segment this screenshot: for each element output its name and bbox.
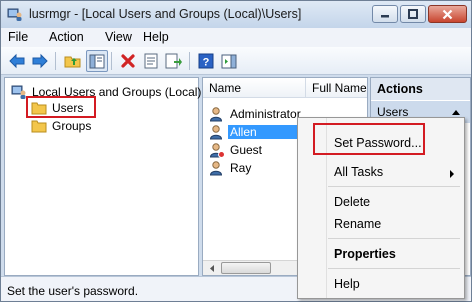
user-icon — [209, 107, 223, 122]
set-password-highlight-box — [313, 123, 425, 155]
menu-help[interactable]: Help — [143, 30, 169, 44]
back-button[interactable] — [6, 50, 28, 72]
scrollbar-thumb[interactable] — [221, 262, 271, 274]
menu-item-delete[interactable]: Delete — [334, 195, 370, 209]
delete-button[interactable] — [117, 50, 139, 72]
show-hide-action-pane-icon — [221, 54, 237, 68]
toolbar-separator — [111, 52, 112, 70]
user-icon — [209, 125, 223, 140]
collapse-up-icon — [452, 110, 460, 115]
show-hide-tree-icon — [89, 54, 105, 68]
delete-icon — [121, 54, 135, 68]
close-icon — [442, 9, 453, 19]
minimize-button[interactable] — [372, 5, 398, 23]
tree-item-groups[interactable]: Groups — [31, 118, 101, 135]
properties-icon — [144, 53, 158, 69]
toolbar-separator — [189, 52, 190, 70]
toolbar: ? — [1, 47, 471, 75]
show-hide-console-tree-button[interactable] — [86, 50, 108, 72]
menu-action[interactable]: Action — [49, 30, 84, 44]
forward-button[interactable] — [29, 50, 51, 72]
column-header-name[interactable]: Name — [203, 78, 306, 98]
tree-item-label: Groups — [52, 119, 92, 133]
mmc-window: lusrmgr - [Local Users and Groups (Local… — [0, 0, 472, 302]
menu-item-help[interactable]: Help — [334, 277, 360, 291]
computer-users-icon — [11, 85, 26, 99]
menu-item-all-tasks[interactable]: All Tasks — [334, 165, 383, 179]
menu-bar: File Action View Help — [1, 28, 471, 47]
help-icon: ? — [198, 53, 214, 69]
users-highlight-box — [26, 96, 96, 118]
user-icon — [209, 161, 223, 176]
export-list-icon — [165, 53, 182, 69]
help-button[interactable]: ? — [195, 50, 217, 72]
menu-view[interactable]: View — [105, 30, 132, 44]
close-button[interactable] — [428, 5, 467, 23]
svg-text:?: ? — [203, 57, 210, 69]
menu-separator — [328, 238, 460, 239]
submenu-arrow-icon — [450, 170, 454, 178]
maximize-button[interactable] — [400, 5, 426, 23]
list-item-label: Guest — [230, 143, 263, 157]
up-one-level-button[interactable] — [62, 50, 84, 72]
forward-icon — [32, 53, 48, 69]
properties-button[interactable] — [140, 50, 162, 72]
menu-item-properties[interactable]: Properties — [334, 247, 396, 261]
window-title: lusrmgr - [Local Users and Groups (Local… — [29, 7, 302, 21]
list-item-label: Administrator — [230, 107, 301, 121]
folder-icon — [31, 120, 47, 133]
menu-separator — [328, 186, 460, 187]
computer-users-icon — [7, 8, 22, 21]
list-item-label: Ray — [230, 161, 252, 175]
menu-separator — [328, 268, 460, 269]
title-bar[interactable]: lusrmgr - [Local Users and Groups (Local… — [1, 1, 471, 28]
toolbar-separator — [55, 52, 56, 70]
minimize-icon — [381, 15, 389, 18]
menu-file[interactable]: File — [8, 30, 28, 44]
up-folder-icon — [64, 56, 81, 68]
menu-item-rename[interactable]: Rename — [334, 217, 381, 231]
export-list-button[interactable] — [163, 50, 185, 72]
user-icon — [209, 143, 225, 158]
actions-header: Actions — [371, 78, 470, 100]
show-hide-action-pane-button[interactable] — [218, 50, 240, 72]
back-icon — [9, 53, 25, 69]
column-header-full-name[interactable]: Full Name — [306, 78, 367, 98]
maximize-icon — [408, 9, 418, 19]
scroll-left-icon — [210, 265, 214, 272]
